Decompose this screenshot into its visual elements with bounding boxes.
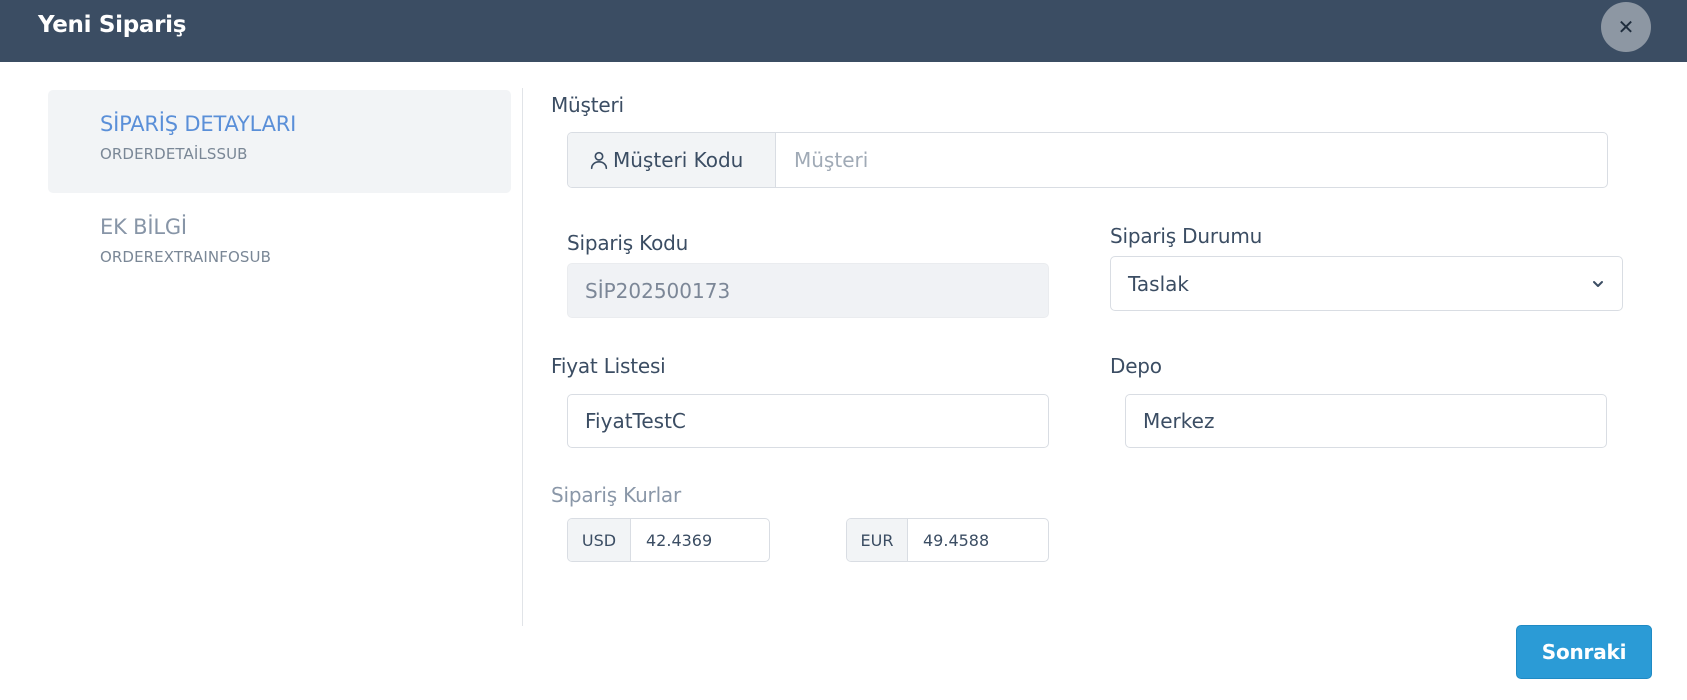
eur-addon: EUR: [847, 519, 908, 561]
warehouse-label: Depo: [1110, 354, 1162, 378]
customer-input[interactable]: Müşteri: [776, 133, 1607, 187]
price-list-label: Fiyat Listesi: [551, 354, 666, 378]
step-subtitle: ORDEREXTRAINFOSUB: [100, 248, 271, 266]
order-status-label: Sipariş Durumu: [1110, 224, 1263, 248]
customer-code-label: Müşteri Kodu: [613, 148, 744, 172]
order-rates-label: Sipariş Kurlar: [551, 483, 682, 507]
user-icon: [590, 151, 608, 170]
close-icon: ✕: [1617, 15, 1635, 39]
order-code-field: SİP202500173: [567, 263, 1049, 318]
usd-addon: USD: [568, 519, 631, 561]
eur-rate-input[interactable]: 49.4588: [908, 519, 1048, 561]
usd-rate-input[interactable]: 42.4369: [631, 519, 769, 561]
close-button[interactable]: ✕: [1601, 2, 1651, 52]
step-title: EK BİLGİ: [100, 215, 187, 239]
customer-input-group: Müşteri Kodu Müşteri: [567, 132, 1608, 188]
eur-rate-group: EUR 49.4588: [846, 518, 1049, 562]
step-order-details[interactable]: SİPARİŞ DETAYLARI ORDERDETAİLSSUB: [48, 90, 511, 193]
customer-code-addon[interactable]: Müşteri Kodu: [568, 133, 776, 187]
step-title: SİPARİŞ DETAYLARI: [100, 112, 297, 136]
chevron-down-icon: [1593, 281, 1603, 287]
modal-header: Yeni Sipariş ✕: [0, 0, 1687, 62]
price-list-field[interactable]: FiyatTestC: [567, 394, 1049, 448]
customer-label: Müşteri: [551, 93, 624, 117]
modal-title: Yeni Sipariş: [38, 12, 187, 38]
step-subtitle: ORDERDETAİLSSUB: [100, 145, 248, 163]
step-extra-info[interactable]: EK BİLGİ ORDEREXTRAINFOSUB: [48, 193, 511, 296]
order-status-select[interactable]: Taslak: [1110, 256, 1623, 311]
order-code-label: Sipariş Kodu: [567, 231, 689, 255]
vertical-divider: [522, 88, 523, 626]
usd-rate-group: USD 42.4369: [567, 518, 770, 562]
order-status-value: Taslak: [1128, 271, 1189, 296]
next-button[interactable]: Sonraki: [1516, 625, 1652, 679]
step-nav: SİPARİŞ DETAYLARI ORDERDETAİLSSUB EK BİL…: [48, 90, 511, 296]
warehouse-field[interactable]: Merkez: [1125, 394, 1607, 448]
